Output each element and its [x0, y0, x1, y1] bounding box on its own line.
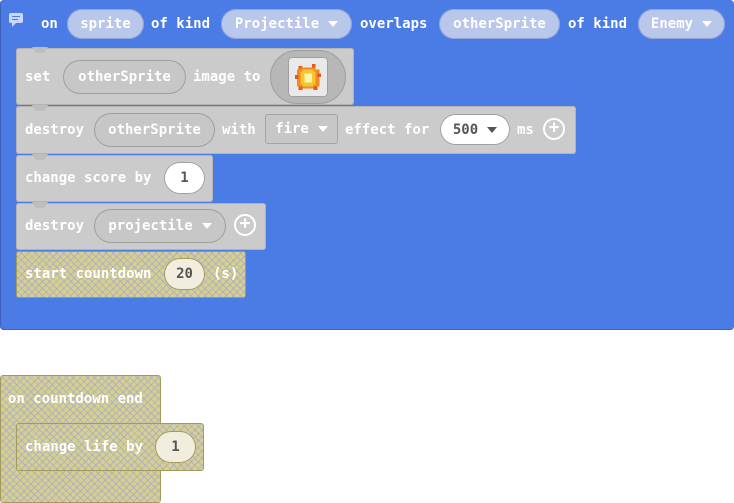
on-label: on: [41, 16, 58, 32]
image-to-label: image to: [193, 69, 261, 85]
chevron-down-icon: [317, 126, 328, 132]
comment-icon[interactable]: [9, 13, 23, 27]
destroy-label-2: destroy: [25, 218, 85, 234]
image-thumbnail: [288, 57, 328, 97]
ms-label: ms: [517, 122, 534, 138]
set-target-variable[interactable]: otherSprite: [63, 60, 186, 94]
block-notch: [32, 202, 48, 208]
countdown-seconds-input[interactable]: 20: [164, 258, 205, 290]
image-picker[interactable]: [270, 50, 346, 104]
destroy-label: destroy: [25, 122, 85, 138]
effect-dropdown[interactable]: fire: [265, 114, 338, 144]
kind-dropdown-enemy[interactable]: Enemy: [638, 9, 725, 39]
projectile-dropdown[interactable]: projectile: [94, 209, 226, 243]
chevron-down-icon: [702, 21, 713, 27]
of-kind-label-2: of kind: [568, 16, 628, 32]
duration-dropdown[interactable]: 500: [440, 114, 510, 145]
change-life-label: change life by: [25, 439, 144, 455]
change-score-label: change score by: [25, 170, 152, 186]
other-sprite-variable[interactable]: otherSprite: [439, 9, 560, 39]
block-notch: [32, 154, 48, 160]
life-amount-input[interactable]: 1: [155, 431, 196, 463]
effect-dropdown-value: fire: [275, 121, 309, 137]
kind-dropdown-projectile[interactable]: Projectile: [221, 9, 352, 39]
chevron-down-icon: [487, 126, 498, 133]
fire-sprite-icon: [294, 63, 322, 91]
projectile-dropdown-value: projectile: [108, 218, 193, 234]
add-parameter-icon[interactable]: +: [543, 118, 565, 140]
of-kind-label-1: of kind: [151, 16, 211, 32]
block-notch: [32, 105, 48, 111]
kind-dropdown-projectile-value: Projectile: [234, 16, 320, 32]
chevron-down-icon: [201, 223, 212, 229]
start-countdown-label: start countdown: [25, 266, 152, 282]
seconds-unit-label: (s): [213, 266, 239, 282]
sprite-variable[interactable]: sprite: [67, 9, 144, 39]
on-countdown-end-label: on countdown end: [8, 391, 143, 407]
set-label: set: [25, 69, 51, 85]
duration-value: 500: [452, 121, 479, 138]
effect-for-label: effect for: [345, 122, 430, 138]
with-label: with: [222, 122, 256, 138]
destroy-target-variable[interactable]: otherSprite: [94, 113, 215, 147]
chevron-down-icon: [328, 21, 339, 27]
block-notch: [32, 47, 48, 53]
add-parameter-icon[interactable]: +: [234, 214, 256, 236]
overlaps-label: overlaps: [360, 16, 428, 32]
score-amount-input[interactable]: 1: [164, 162, 205, 194]
kind-dropdown-enemy-value: Enemy: [650, 16, 694, 32]
